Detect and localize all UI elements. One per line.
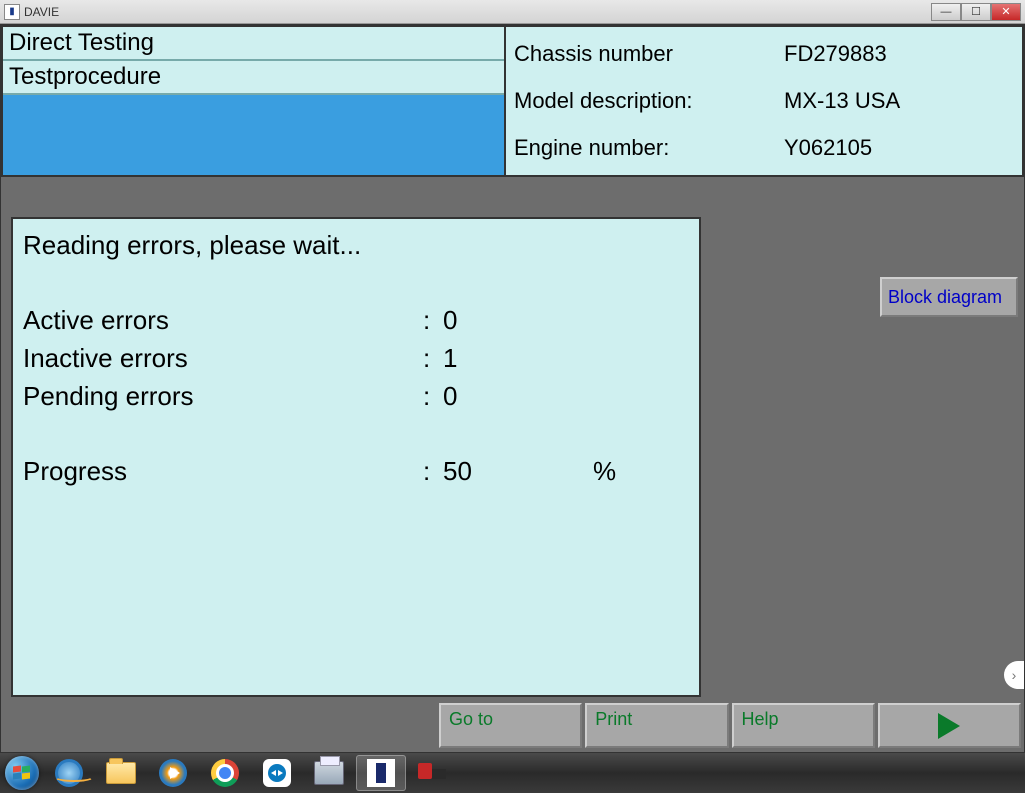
taskbar-explorer[interactable] <box>96 755 146 791</box>
taskbar-davie[interactable] <box>356 755 406 791</box>
taskbar-teamviewer[interactable] <box>252 755 302 791</box>
engine-row: Engine number: Y062105 <box>514 135 1014 161</box>
chevron-right-icon: › <box>1012 667 1017 683</box>
printer-icon <box>314 761 344 785</box>
chrome-icon <box>211 759 239 787</box>
header-left-panel: Direct Testing Testprocedure <box>1 25 506 177</box>
windows-logo-icon <box>5 756 39 790</box>
minimize-button[interactable]: — <box>931 3 961 21</box>
print-button[interactable]: Print <box>585 703 728 748</box>
pending-errors-row: Pending errors : 0 <box>23 378 689 416</box>
chassis-label: Chassis number <box>514 41 784 67</box>
taskbar-printer[interactable] <box>304 755 354 791</box>
start-button[interactable] <box>2 753 42 793</box>
breadcrumb-testprocedure[interactable]: Testprocedure <box>3 61 504 95</box>
taskbar-chrome[interactable] <box>200 755 250 791</box>
progress-value: 50 <box>443 453 593 491</box>
inactive-errors-row: Inactive errors : 1 <box>23 340 689 378</box>
active-errors-label: Active errors <box>23 302 423 340</box>
block-diagram-button[interactable]: Block diagram <box>880 277 1018 317</box>
progress-unit: % <box>593 453 616 491</box>
pending-errors-value: 0 <box>443 378 593 416</box>
chassis-row: Chassis number FD279883 <box>514 41 1014 67</box>
vehicle-info-panel: Chassis number FD279883 Model descriptio… <box>506 25 1024 177</box>
taskbar <box>0 753 1025 793</box>
teamviewer-icon <box>263 759 291 787</box>
bottom-button-bar: Go to Print Help <box>1 703 1024 748</box>
davie-app-icon <box>367 759 395 787</box>
expand-side-tab[interactable]: › <box>1004 661 1024 689</box>
continue-button[interactable] <box>878 703 1021 748</box>
help-button[interactable]: Help <box>732 703 875 748</box>
taskbar-ie[interactable] <box>44 755 94 791</box>
pending-errors-label: Pending errors <box>23 378 423 416</box>
inactive-errors-label: Inactive errors <box>23 340 423 378</box>
main-area: Reading errors, please wait... Active er… <box>1 177 1024 752</box>
inactive-errors-value: 1 <box>443 340 593 378</box>
header: Direct Testing Testprocedure Chassis num… <box>1 25 1024 177</box>
progress-label: Progress <box>23 453 423 491</box>
status-panel: Reading errors, please wait... Active er… <box>11 217 701 697</box>
internet-explorer-icon <box>55 759 83 787</box>
goto-button[interactable]: Go to <box>439 703 582 748</box>
window-title: DAVIE <box>24 5 931 19</box>
active-errors-value: 0 <box>443 302 593 340</box>
play-icon <box>938 713 960 739</box>
active-errors-row: Active errors : 0 <box>23 302 689 340</box>
folder-icon <box>106 762 136 784</box>
app-icon: ▮ <box>4 4 20 20</box>
taskbar-media-player[interactable] <box>148 755 198 791</box>
window-controls: — ☐ ✕ <box>931 3 1021 21</box>
progress-row: Progress : 50 % <box>23 453 689 491</box>
media-player-icon <box>159 759 187 787</box>
truck-icon <box>418 761 448 785</box>
breadcrumb-direct-testing[interactable]: Direct Testing <box>3 27 504 61</box>
status-heading: Reading errors, please wait... <box>23 227 689 265</box>
close-button[interactable]: ✕ <box>991 3 1021 21</box>
engine-value: Y062105 <box>784 135 872 161</box>
model-row: Model description: MX-13 USA <box>514 88 1014 114</box>
taskbar-truck-app[interactable] <box>408 755 458 791</box>
chassis-value: FD279883 <box>784 41 887 67</box>
engine-label: Engine number: <box>514 135 784 161</box>
breadcrumb-current[interactable] <box>3 95 504 175</box>
maximize-button[interactable]: ☐ <box>961 3 991 21</box>
model-value: MX-13 USA <box>784 88 900 114</box>
app-body: Direct Testing Testprocedure Chassis num… <box>0 24 1025 753</box>
model-label: Model description: <box>514 88 784 114</box>
window-titlebar: ▮ DAVIE — ☐ ✕ <box>0 0 1025 24</box>
